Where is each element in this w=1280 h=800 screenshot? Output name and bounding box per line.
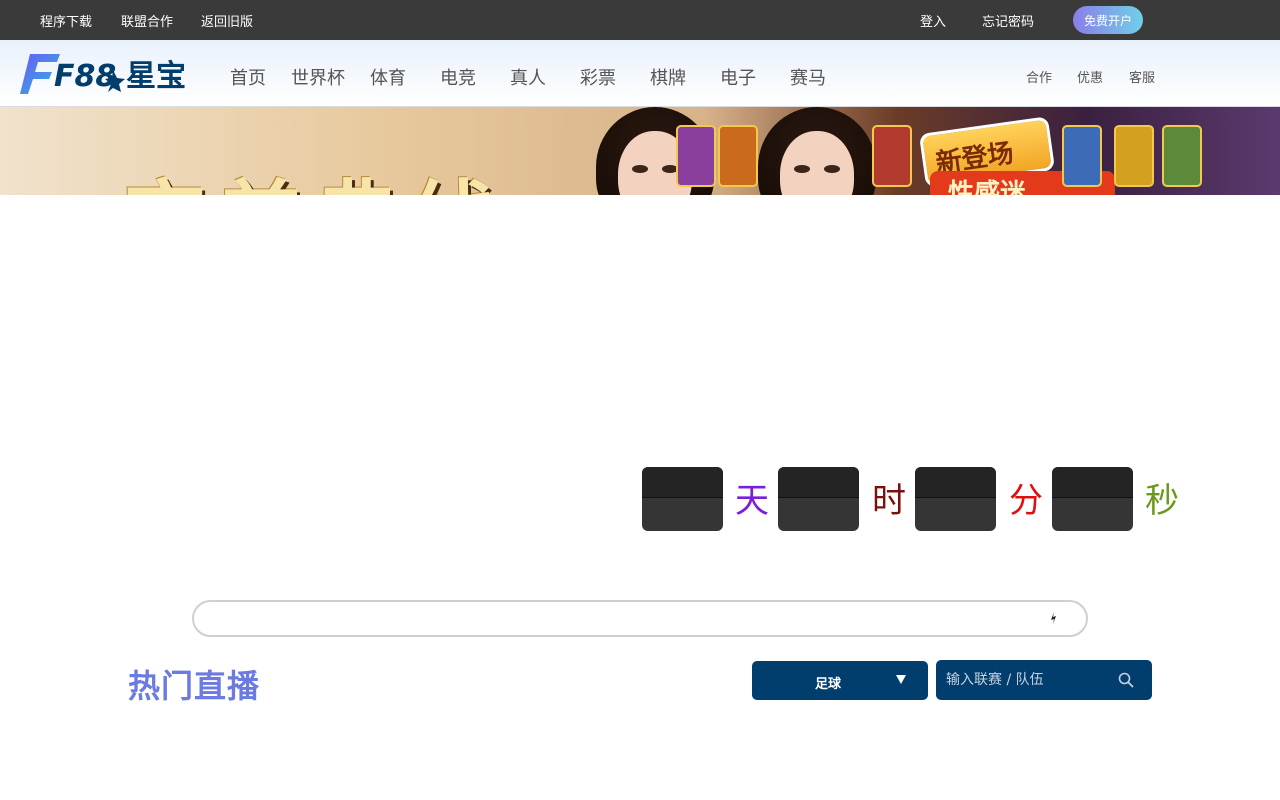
forgot-password-link[interactable]: 忘记密码	[982, 11, 1034, 30]
countdown-seconds-box	[1052, 467, 1133, 531]
main-navbar: F88 星宝 首页 世界杯 体育 电竞 真人 彩票 棋牌 电子 赛马 合作 优惠…	[0, 40, 1280, 107]
hot-live-title: 热门直播	[128, 667, 261, 705]
nav-right-support[interactable]: 客服	[1129, 67, 1155, 86]
sport-select-dropdown[interactable]: 足球	[752, 661, 928, 700]
team-search-box	[936, 660, 1152, 700]
banner-game-tile	[872, 125, 912, 187]
countdown-minutes-label: 分	[1009, 481, 1043, 521]
download-link[interactable]: 程序下载	[40, 11, 92, 30]
promo-banner[interactable]: 完美典线 新登场 性感迷	[0, 107, 1280, 195]
countdown-days-box	[642, 467, 723, 531]
countdown-days-label: 天	[735, 481, 769, 521]
banner-game-tile	[1062, 125, 1102, 187]
team-search-input[interactable]	[946, 669, 1114, 691]
banner-game-tile	[718, 125, 758, 187]
svg-text:F88: F88	[54, 59, 116, 94]
nav-item-esports[interactable]: 电竞	[440, 64, 476, 90]
nav-right-partner[interactable]: 合作	[1026, 67, 1052, 86]
countdown-hours-box	[778, 467, 859, 531]
nav-item-slots[interactable]: 电子	[720, 64, 756, 90]
nav-right-promotions[interactable]: 优惠	[1077, 67, 1103, 86]
main-search-input[interactable]	[212, 608, 1032, 630]
countdown-minutes-box	[915, 467, 996, 531]
nav-item-home[interactable]: 首页	[230, 64, 266, 90]
banner-game-tile	[1162, 125, 1202, 187]
loading-spinner-icon	[1051, 612, 1056, 624]
old-version-link[interactable]: 返回旧版	[201, 11, 253, 30]
nav-item-lottery[interactable]: 彩票	[580, 64, 616, 90]
alliance-link[interactable]: 联盟合作	[121, 11, 173, 30]
brand-logo[interactable]: F88 星宝	[16, 48, 190, 98]
top-utility-bar: 程序下载 联盟合作 返回旧版 登入 忘记密码 免费开户	[0, 0, 1280, 40]
banner-model-right	[758, 107, 876, 195]
banner-headline: 完美典线	[122, 151, 506, 195]
banner-game-tile	[1114, 125, 1154, 187]
countdown-seconds-label: 秒	[1145, 481, 1179, 521]
login-link[interactable]: 登入	[920, 11, 946, 30]
countdown-hours-label: 时	[872, 481, 906, 521]
signup-button[interactable]: 免费开户	[1073, 6, 1143, 34]
nav-item-live-casino[interactable]: 真人	[510, 64, 546, 90]
nav-item-sports[interactable]: 体育	[370, 64, 406, 90]
search-icon[interactable]	[1118, 672, 1134, 688]
nav-item-worldcup[interactable]: 世界杯	[291, 64, 345, 90]
main-search-bar	[192, 600, 1088, 637]
nav-item-horse-racing[interactable]: 赛马	[790, 64, 826, 90]
chevron-down-icon	[896, 675, 906, 684]
banner-game-tile	[676, 125, 716, 187]
nav-item-cards[interactable]: 棋牌	[650, 64, 686, 90]
svg-text:星宝: 星宝	[126, 59, 186, 94]
